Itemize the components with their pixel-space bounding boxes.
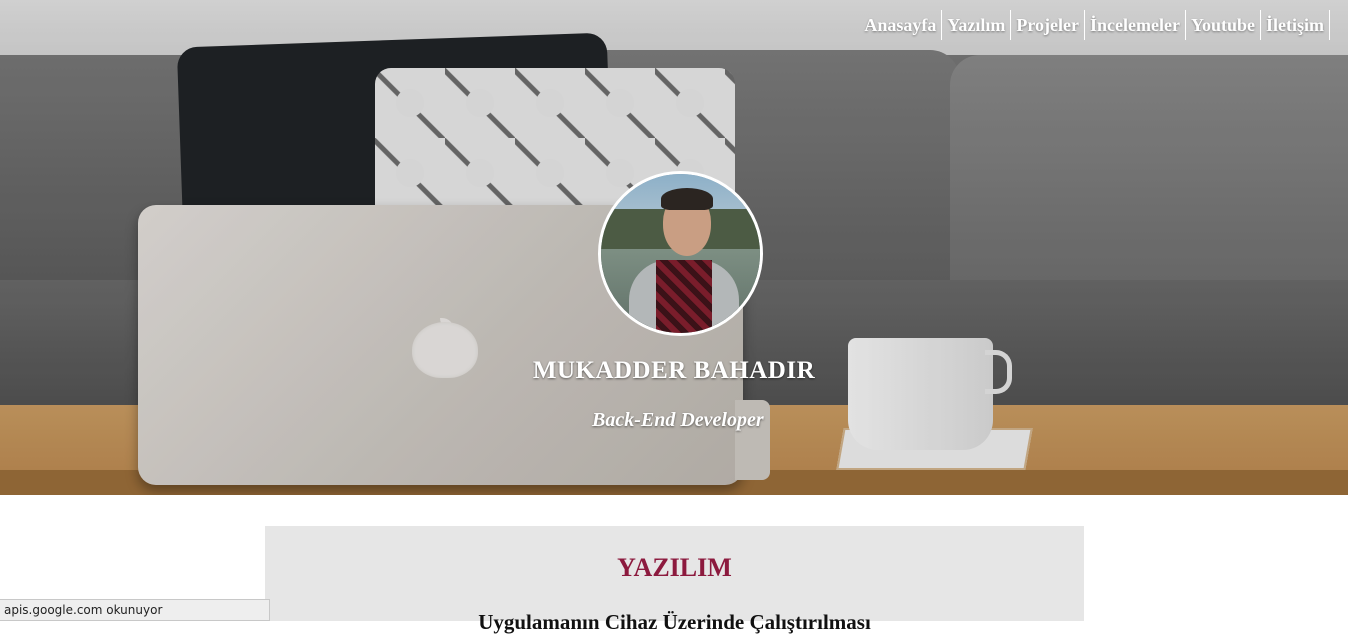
profile-role: Back-End Developer bbox=[592, 409, 764, 431]
nav-item-anasayfa[interactable]: Anasayfa bbox=[859, 10, 943, 40]
avatar-shirt bbox=[656, 260, 712, 333]
avatar bbox=[598, 171, 763, 336]
avatar-hair bbox=[661, 188, 713, 210]
nav-item-iletisim[interactable]: İletişim bbox=[1261, 10, 1330, 40]
nav-item-projeler[interactable]: Projeler bbox=[1011, 10, 1086, 40]
content-panel: YAZILIM Uygulamanın Cihaz Üzerinde Çalış… bbox=[265, 526, 1084, 634]
nav-item-incelemeler[interactable]: İncelemeler bbox=[1085, 10, 1186, 40]
article-title[interactable]: Uygulamanın Cihaz Üzerinde Çalıştırılmas… bbox=[265, 610, 1084, 635]
nav-item-yazilim[interactable]: Yazılım bbox=[942, 10, 1012, 40]
profile-name: MUKADDER BAHADIR bbox=[532, 357, 816, 384]
browser-status-bar: apis.google.com okunuyor bbox=[0, 599, 270, 621]
nav-item-youtube[interactable]: Youtube bbox=[1186, 10, 1261, 40]
main-nav: Anasayfa Yazılım Projeler İncelemeler Yo… bbox=[859, 10, 1330, 40]
section-title: YAZILIM bbox=[617, 553, 732, 582]
